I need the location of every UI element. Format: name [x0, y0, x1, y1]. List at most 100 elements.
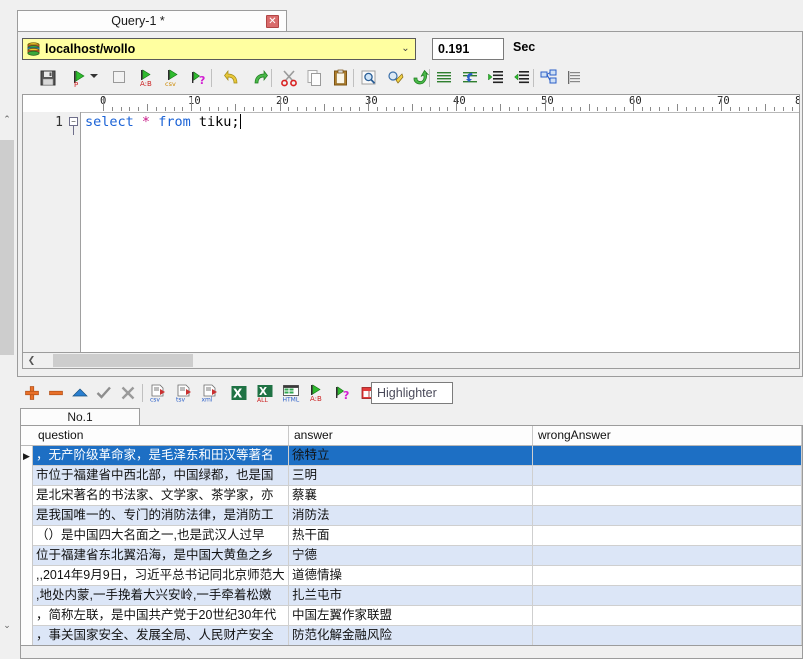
sql-editor[interactable]: 0 10 20 30 40 50 60 70 8 1 − select * fr… — [22, 94, 800, 352]
table-row[interactable]: 是北宋著名的书法家、文学家、茶学家，亦 蔡襄 — [33, 486, 802, 506]
table-cell-answer[interactable]: 中国左翼作家联盟 — [289, 606, 533, 625]
table-row[interactable]: ，无产阶级革命家，是毛泽东和田汉等著名 徐特立 — [33, 446, 802, 466]
indent-button[interactable] — [484, 66, 508, 90]
export-excel-all-button[interactable]: X ALL — [253, 381, 277, 405]
object-tree-button[interactable] — [537, 66, 561, 90]
grid-header-wrongAnswer[interactable]: wrongAnswer — [533, 426, 802, 445]
paste-button[interactable] — [329, 66, 353, 90]
ruler-tick — [182, 107, 184, 111]
table-cell-answer[interactable]: 扎兰屯市 — [289, 586, 533, 605]
table-cell-question[interactable]: 位于福建省东北翼沿海，是中国大黄鱼之乡 — [33, 546, 289, 565]
ruler-tick — [359, 107, 361, 111]
ruler-tick — [155, 107, 157, 111]
grid-header-question[interactable]: question — [33, 426, 289, 445]
copy-button[interactable] — [303, 66, 327, 90]
table-cell-answer[interactable]: 道德情操 — [289, 566, 533, 585]
highlighter-select[interactable]: Highlighter — [371, 382, 453, 404]
fold-toggle-icon[interactable]: − — [69, 117, 78, 126]
export-html-button[interactable]: HTML — [279, 381, 303, 405]
save-button[interactable] — [36, 66, 60, 90]
query-window: ⌃ ⌄ Query-1 * ✕ localhost/wollo ⌄ 0.191 … — [0, 0, 803, 659]
tab-query-1[interactable]: Query-1 * ✕ — [17, 10, 287, 32]
cut-button[interactable] — [277, 66, 301, 90]
table-cell-question[interactable]: ，无产阶级革命家，是毛泽东和田汉等著名 — [33, 446, 289, 465]
table-cell-question[interactable]: ，事关国家安全、发展全局、人民财产安全 — [33, 626, 289, 645]
table-cell-question[interactable]: ,,2014年9月9日，习近平总书记同北京师范大 — [33, 566, 289, 585]
table-cell-wrongAnswer[interactable] — [533, 626, 802, 645]
ruler-tick — [297, 107, 299, 111]
unformat-sql-button[interactable] — [458, 66, 482, 90]
redo-button[interactable] — [247, 66, 271, 90]
cancel-button[interactable] — [116, 381, 140, 405]
table-cell-wrongAnswer[interactable] — [533, 446, 802, 465]
undo-button[interactable] — [221, 66, 245, 90]
table-cell-question[interactable]: （）是中国四大名面之一,也是武汉人过早 — [33, 526, 289, 545]
table-cell-answer[interactable]: 热干面 — [289, 526, 533, 545]
grid-header-answer[interactable]: answer — [289, 426, 533, 445]
table-cell-answer[interactable]: 宁德 — [289, 546, 533, 565]
close-icon[interactable]: ✕ — [266, 15, 279, 28]
execute-to-text-button[interactable]: A:B — [135, 66, 159, 90]
table-row[interactable]: ，简称左联，是中国共产党于20世纪30年代 中国左翼作家联盟 — [33, 606, 802, 626]
table-cell-answer[interactable]: 徐特立 — [289, 446, 533, 465]
commit-button[interactable] — [68, 381, 92, 405]
chevron-down-icon[interactable]: ⌄ — [397, 40, 414, 58]
find-button[interactable] — [357, 66, 381, 90]
table-cell-wrongAnswer[interactable] — [533, 506, 802, 525]
outer-vertical-scrollbar[interactable]: ⌃ ⌄ — [0, 0, 14, 659]
sql-history-button[interactable] — [563, 66, 587, 90]
outer-scrollbar-thumb[interactable] — [0, 140, 14, 355]
scroll-up-arrow-icon[interactable]: ⌃ — [1, 112, 13, 126]
table-row[interactable]: 是我国唯一的、专门的消防法律，是消防工 消防法 — [33, 506, 802, 526]
table-cell-wrongAnswer[interactable] — [533, 606, 802, 625]
table-cell-question[interactable]: ,地处内蒙,一手挽着大兴安岭,一手牵着松嫩 — [33, 586, 289, 605]
export-xml-button[interactable]: xml — [198, 381, 222, 405]
table-cell-question[interactable]: 是北宋著名的书法家、文学家、茶学家，亦 — [33, 486, 289, 505]
table-row[interactable]: ，事关国家安全、发展全局、人民财产安全 防范化解金融风险 — [33, 626, 802, 645]
scroll-left-arrow-icon[interactable]: ❮ — [25, 354, 38, 367]
table-cell-answer[interactable]: 蔡襄 — [289, 486, 533, 505]
table-cell-wrongAnswer[interactable] — [533, 586, 802, 605]
table-cell-answer[interactable]: 消防法 — [289, 506, 533, 525]
explain-plan-button[interactable]: ? — [187, 66, 211, 90]
table-row[interactable]: ,地处内蒙,一手挽着大兴安岭,一手牵着松嫩 扎兰屯市 — [33, 586, 802, 606]
export-tsv-button[interactable]: tsv — [172, 381, 196, 405]
table-cell-wrongAnswer[interactable] — [533, 546, 802, 565]
export-csv-icon: csv — [150, 384, 165, 402]
table-row[interactable]: 市位于福建省中西北部，中国绿都，也是国 三明 — [33, 466, 802, 486]
table-cell-answer[interactable]: 三明 — [289, 466, 533, 485]
format-sql-button[interactable] — [432, 66, 456, 90]
run-sql-icon: P — [74, 70, 85, 87]
result-grid[interactable]: question answer wrongAnswer ，无产阶级革命家，是毛泽东和… — [20, 426, 803, 646]
explain-result-button[interactable]: ? — [331, 381, 355, 405]
delete-row-button[interactable] — [44, 381, 68, 405]
table-cell-question[interactable]: 是我国唯一的、专门的消防法律，是消防工 — [33, 506, 289, 525]
editor-hscroll-thumb[interactable] — [53, 354, 193, 367]
editor-horizontal-scrollbar[interactable]: ❮ — [22, 352, 800, 369]
export-text-button[interactable]: A:B — [305, 381, 329, 405]
ruler-tick — [403, 107, 405, 111]
execute-to-csv-button[interactable]: csv — [161, 66, 185, 90]
table-cell-question[interactable]: 市位于福建省中西北部，中国绿都，也是国 — [33, 466, 289, 485]
table-cell-wrongAnswer[interactable] — [533, 566, 802, 585]
table-row[interactable]: （）是中国四大名面之一,也是武汉人过早 热干面 — [33, 526, 802, 546]
ruler-tick — [553, 107, 555, 111]
connection-select[interactable]: localhost/wollo ⌄ — [22, 38, 416, 60]
table-cell-answer[interactable]: 防范化解金融风险 — [289, 626, 533, 645]
table-cell-wrongAnswer[interactable] — [533, 486, 802, 505]
table-row[interactable]: 位于福建省东北翼沿海，是中国大黄鱼之乡 宁德 — [33, 546, 802, 566]
export-csv-button[interactable]: csv — [146, 381, 170, 405]
table-cell-wrongAnswer[interactable] — [533, 466, 802, 485]
tab-result-no1[interactable]: No.1 — [20, 408, 140, 426]
stop-button[interactable] — [109, 66, 133, 90]
add-row-button[interactable] — [20, 381, 44, 405]
table-cell-wrongAnswer[interactable] — [533, 526, 802, 545]
outdent-button[interactable] — [510, 66, 534, 90]
table-row[interactable]: ,,2014年9月9日，习近平总书记同北京师范大 道德情操 — [33, 566, 802, 586]
export-excel-button[interactable]: X — [227, 381, 251, 405]
apply-button[interactable] — [92, 381, 116, 405]
table-cell-question[interactable]: ，简称左联，是中国共产党于20世纪30年代 — [33, 606, 289, 625]
execute-dropdown-button[interactable] — [89, 66, 101, 90]
scroll-down-arrow-icon[interactable]: ⌄ — [1, 618, 13, 632]
replace-button[interactable] — [383, 66, 407, 90]
